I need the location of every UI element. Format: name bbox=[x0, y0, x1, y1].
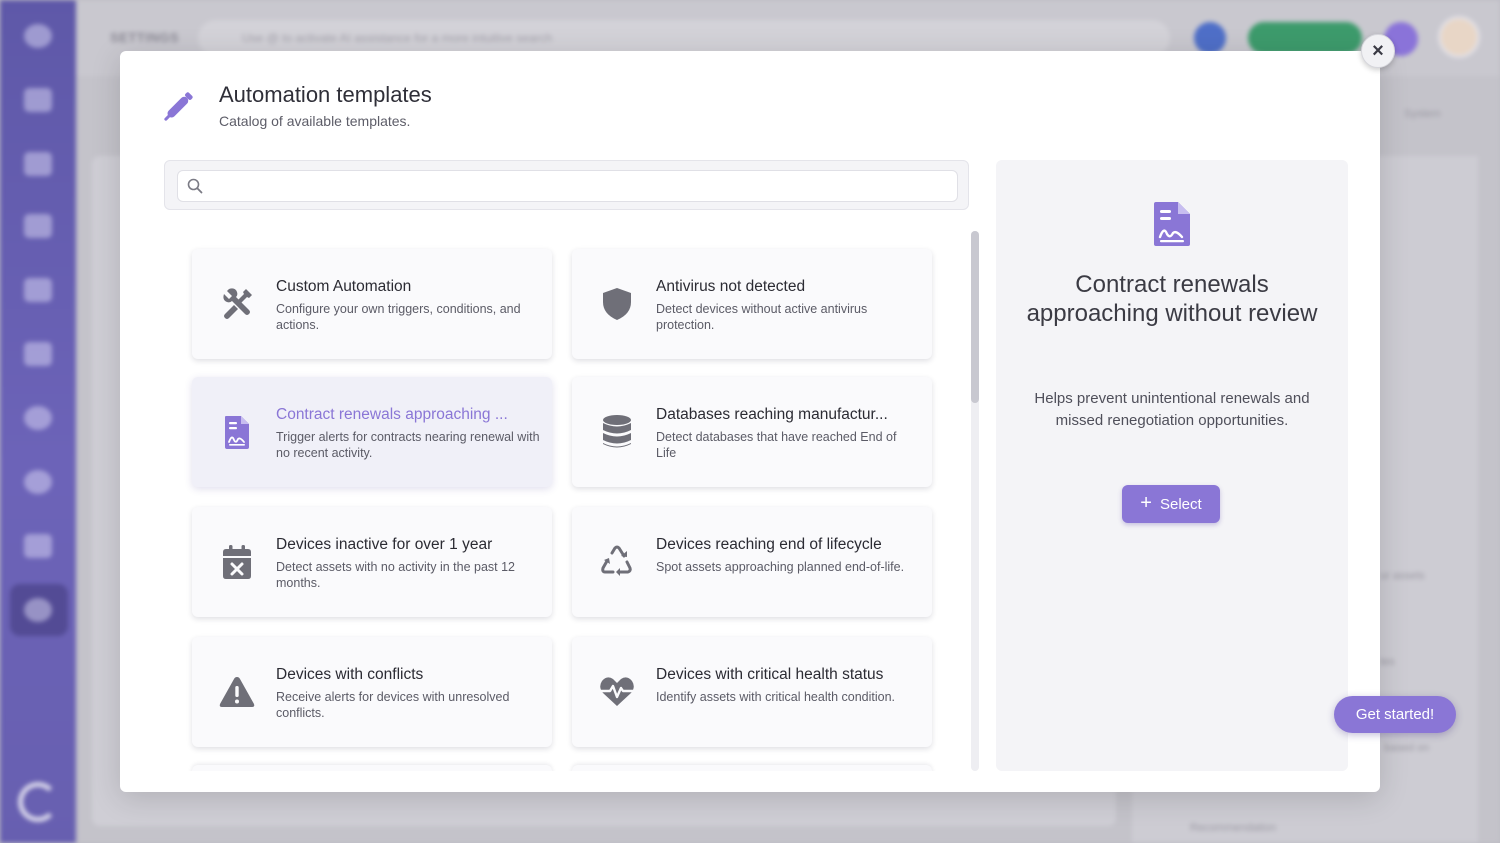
database-icon bbox=[598, 413, 636, 451]
contract-icon bbox=[1154, 202, 1190, 246]
template-detail-panel: Contract renewals approaching without re… bbox=[996, 160, 1348, 771]
scrollbar-thumb[interactable] bbox=[971, 231, 979, 403]
get-started-button[interactable]: Get started! bbox=[1334, 696, 1456, 733]
background-label: System bbox=[1404, 108, 1441, 120]
warning-icon bbox=[218, 673, 256, 711]
sidebar-cards-icon bbox=[24, 152, 52, 176]
template-description: Detect assets with no activity in the pa… bbox=[276, 560, 516, 590]
sidebar-globe-icon bbox=[24, 406, 52, 430]
template-title: Devices with critical health status bbox=[656, 666, 884, 683]
background-sidebar bbox=[0, 0, 76, 843]
sidebar-history-icon bbox=[24, 470, 52, 494]
template-title: Devices inactive for over 1 year bbox=[276, 536, 493, 553]
sidebar-people-icon bbox=[24, 214, 52, 238]
template-description: Trigger alerts for contracts nearing ren… bbox=[276, 430, 540, 460]
background-label: tes bbox=[1380, 656, 1395, 668]
pencil-icon bbox=[164, 92, 193, 121]
template-title: Devices reaching end of lifecycle bbox=[656, 536, 882, 553]
sidebar-database-icon bbox=[24, 342, 52, 366]
template-title: Antivirus not detected bbox=[656, 278, 806, 295]
template-card-partial[interactable] bbox=[572, 765, 932, 771]
sidebar-devices-icon bbox=[24, 88, 52, 112]
background-user-badge bbox=[1194, 22, 1226, 54]
template-title: Custom Automation bbox=[276, 278, 412, 295]
close-modal-button[interactable]: × bbox=[1361, 34, 1395, 68]
template-description: Detect devices without active antivirus … bbox=[656, 302, 868, 332]
select-template-button[interactable]: + Select bbox=[1122, 485, 1220, 523]
template-card-devices-with-conflicts[interactable]: Devices with conflicts Receive alerts fo… bbox=[192, 637, 552, 747]
background-status-pill bbox=[1248, 22, 1362, 54]
calendar-x-icon bbox=[218, 543, 256, 581]
template-description: Configure your own triggers, conditions,… bbox=[276, 302, 521, 332]
heartbeat-icon bbox=[598, 673, 636, 711]
modal-title: Automation templates bbox=[219, 82, 432, 107]
sidebar-dashboard-icon bbox=[24, 24, 52, 48]
template-card-partial[interactable] bbox=[192, 765, 552, 771]
sidebar-hierarchy-icon bbox=[24, 278, 52, 302]
detail-description: Helps prevent unintentional renewals and… bbox=[1034, 390, 1310, 429]
background-section-title: SETTINGS bbox=[110, 30, 180, 45]
template-card-custom-automation[interactable]: Custom Automation Configure your own tri… bbox=[192, 249, 552, 359]
template-card-antivirus-not-detected[interactable]: Antivirus not detected Detect devices wi… bbox=[572, 249, 932, 359]
template-card-devices-critical-health[interactable]: Devices with critical health status Iden… bbox=[572, 637, 932, 747]
shield-icon bbox=[598, 285, 636, 323]
template-description: Detect databases that have reached End o… bbox=[656, 430, 897, 460]
modal-subtitle: Catalog of available templates. bbox=[219, 113, 411, 129]
template-card-databases-reaching-eol[interactable]: Databases reaching manufactur... Detect … bbox=[572, 377, 932, 487]
background-label: Recommendation bbox=[1190, 822, 1277, 834]
template-search-container bbox=[164, 160, 969, 210]
recycle-icon bbox=[598, 543, 636, 581]
template-card-devices-end-of-lifecycle[interactable]: Devices reaching end of lifecycle Spot a… bbox=[572, 507, 932, 617]
template-card-contract-renewals[interactable]: Contract renewals approaching ... Trigge… bbox=[192, 377, 552, 487]
avatar bbox=[1438, 16, 1480, 58]
template-description: Identify assets with critical health con… bbox=[656, 690, 896, 704]
automation-templates-modal: Automation templates Catalog of availabl… bbox=[120, 51, 1380, 792]
select-button-label: Select bbox=[1159, 495, 1202, 513]
template-title: Devices with conflicts bbox=[276, 666, 424, 683]
background-search-placeholder: Use @ to activate AI assistance for a mo… bbox=[242, 31, 553, 45]
background-label: ur assets bbox=[1380, 570, 1425, 582]
contract-icon bbox=[218, 413, 256, 451]
template-title: Databases reaching manufactur... bbox=[656, 406, 888, 423]
brand-logo-icon bbox=[18, 782, 58, 822]
background-label: based on bbox=[1384, 742, 1430, 754]
sidebar-sparkle-icon bbox=[24, 534, 52, 558]
template-title: Contract renewals approaching ... bbox=[276, 406, 508, 423]
detail-title: Contract renewals approaching without re… bbox=[1026, 271, 1318, 327]
template-description: Spot assets approaching planned end-of-l… bbox=[656, 560, 905, 574]
template-search-input[interactable] bbox=[177, 170, 958, 202]
template-card-devices-inactive[interactable]: Devices inactive for over 1 year Detect … bbox=[192, 507, 552, 617]
sidebar-gear-icon bbox=[24, 598, 52, 622]
template-list-scrollbar[interactable] bbox=[971, 231, 979, 771]
template-description: Receive alerts for devices with unresolv… bbox=[276, 690, 510, 720]
search-icon bbox=[187, 178, 203, 194]
close-icon: × bbox=[1372, 39, 1384, 62]
tools-icon bbox=[218, 285, 256, 323]
plus-icon: + bbox=[1140, 492, 1152, 514]
template-list: Custom Automation Configure your own tri… bbox=[164, 231, 984, 771]
